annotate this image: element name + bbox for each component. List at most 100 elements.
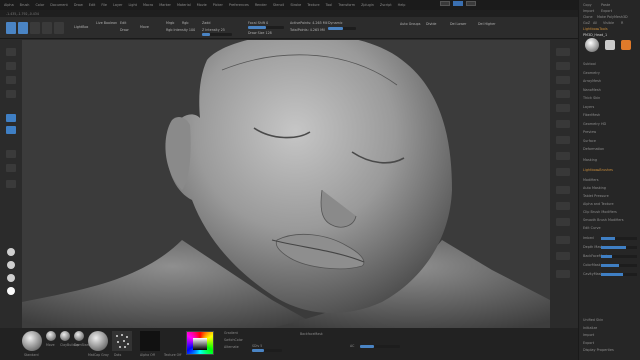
persp-button[interactable] <box>6 114 16 122</box>
menu-picker[interactable]: Picker <box>213 3 223 7</box>
menu-alpha[interactable]: Alpha <box>4 3 14 7</box>
brush-section-tablet-pressure[interactable]: Tablet Pressure <box>583 194 609 198</box>
rotate-mode-button[interactable] <box>54 22 64 34</box>
backface-mask-label[interactable]: BackfaceMask <box>300 332 323 336</box>
menu-light[interactable]: Light <box>128 3 136 7</box>
edit-mode-button[interactable] <box>6 22 16 34</box>
rgb-intensity-label[interactable]: Rgb Intensity 100 <box>166 28 195 32</box>
floor-button[interactable] <box>6 126 16 134</box>
section-nanomesh[interactable]: NanoMesh <box>583 88 601 92</box>
rshelf-button-4[interactable] <box>556 90 570 98</box>
brush-section-alpha-and-texture[interactable]: Alpha and Texture <box>583 202 614 206</box>
del-lower-label[interactable]: Del Lower <box>450 22 466 26</box>
switch-color-label[interactable]: SwitchColor <box>224 338 243 342</box>
panel-item-unified-skin[interactable]: Unified Skin <box>583 318 603 322</box>
zadd-label[interactable]: Zadd <box>202 21 210 25</box>
panel-label-all[interactable]: All <box>593 21 597 25</box>
panel-label-paste[interactable]: Paste <box>601 3 610 7</box>
slider-cavitymask[interactable] <box>601 273 637 276</box>
panel-item-initialize[interactable]: Initialize <box>583 326 597 330</box>
menu-preferences[interactable]: Preferences <box>229 3 249 7</box>
tool-thumbnail-2[interactable] <box>605 40 615 50</box>
rshelf-button-7[interactable] <box>556 136 570 144</box>
rshelf-button-6[interactable] <box>556 120 570 128</box>
panel-item-import[interactable]: Import <box>583 333 594 337</box>
lightbox-tools-label[interactable]: Lightbox▸Tools <box>583 27 608 31</box>
rshelf-button-9[interactable] <box>556 168 570 176</box>
rshelf-button-1[interactable] <box>556 48 570 56</box>
rgb-label[interactable]: Rgb <box>182 21 188 25</box>
focal-shift-label[interactable]: Focal Shift 0 <box>248 21 268 25</box>
spix-button[interactable] <box>6 62 16 70</box>
section-layers[interactable]: Layers <box>583 105 594 109</box>
slider-imbed[interactable] <box>601 237 637 240</box>
ac-slider[interactable] <box>360 345 400 348</box>
window-button[interactable] <box>440 1 450 6</box>
rshelf-button-8[interactable] <box>556 152 570 160</box>
draw-size-slider[interactable] <box>328 27 356 30</box>
material-dot-1[interactable] <box>7 248 15 256</box>
z-intensity-label[interactable]: Z Intensity 25 <box>202 28 225 32</box>
panel-label-make-polymesh[interactable]: Make PolyMesh3D <box>597 15 628 19</box>
brush-section-modifiers[interactable]: Modifiers <box>583 178 598 182</box>
menu-render[interactable]: Render <box>255 3 267 7</box>
rshelf-button-13[interactable] <box>556 236 570 244</box>
section-thick-skin[interactable]: Thick Skin <box>583 96 600 100</box>
menu-file[interactable]: File <box>101 3 107 7</box>
brush-move-thumb[interactable] <box>46 331 56 341</box>
panel-label-export[interactable]: Export <box>601 9 612 13</box>
section-deformation[interactable]: Deformation <box>583 147 604 151</box>
section-arraymesh[interactable]: ArrayMesh <box>583 79 601 83</box>
brush-section-edit-curve[interactable]: Edit Curve <box>583 226 601 230</box>
material-dot-3[interactable] <box>7 274 15 282</box>
gradient-label[interactable]: Gradient <box>224 331 238 335</box>
color-picker[interactable] <box>186 331 214 355</box>
tool-thumbnail[interactable] <box>585 38 599 52</box>
rshelf-button-12[interactable] <box>556 218 570 226</box>
section-surface[interactable]: Surface <box>583 139 596 143</box>
scale-mode-button[interactable] <box>42 22 52 34</box>
move-label[interactable]: Move <box>140 25 149 29</box>
menu-layer[interactable]: Layer <box>113 3 122 7</box>
mrgb-label[interactable]: Mrgb <box>166 21 174 25</box>
brush-damstandard-thumb[interactable] <box>74 331 84 341</box>
section-subtool[interactable]: Subtool <box>583 62 596 66</box>
menu-draw[interactable]: Draw <box>74 3 83 7</box>
sdiv-slider[interactable] <box>252 349 282 352</box>
slider-backfacemask[interactable] <box>601 255 637 258</box>
panel-label-clone[interactable]: Clone <box>583 15 593 19</box>
alternate-label[interactable]: Alternate <box>224 345 239 349</box>
rshelf-button-14[interactable] <box>556 252 570 260</box>
color-picker-square[interactable] <box>193 338 207 350</box>
rshelf-button-2[interactable] <box>556 62 570 70</box>
menu-zscript[interactable]: Zscript <box>380 3 392 7</box>
menu-stencil[interactable]: Stencil <box>273 3 284 7</box>
menu-texture[interactable]: Texture <box>307 3 319 7</box>
panel-label-r[interactable]: R <box>621 21 623 25</box>
scroll-button[interactable] <box>6 76 16 84</box>
layout-button[interactable] <box>453 1 463 6</box>
menu-macro[interactable]: Macro <box>143 3 153 7</box>
panel-item-export[interactable]: Export <box>583 341 594 345</box>
material-thumb[interactable] <box>88 331 108 351</box>
rshelf-button-5[interactable] <box>556 104 570 112</box>
menu-stroke[interactable]: Stroke <box>290 3 301 7</box>
rshelf-button-3[interactable] <box>556 76 570 84</box>
panel-label-import[interactable]: Import <box>583 9 594 13</box>
minimize-button[interactable] <box>466 1 476 6</box>
xpose-button[interactable] <box>6 164 16 172</box>
lightbox-label[interactable]: LightBox <box>74 25 88 29</box>
menu-zplugin[interactable]: Zplugin <box>361 3 374 7</box>
move-mode-button[interactable] <box>30 22 40 34</box>
brush-section-auto-masking[interactable]: Auto Masking <box>583 186 606 190</box>
ac-label[interactable]: AC <box>350 344 354 348</box>
slider-colormask[interactable] <box>601 264 637 267</box>
rshelf-button-11[interactable] <box>556 202 570 210</box>
rshelf-button-10[interactable] <box>556 186 570 194</box>
z-intensity-slider[interactable] <box>202 33 232 36</box>
menu-marker[interactable]: Marker <box>159 3 171 7</box>
menu-help[interactable]: Help <box>398 3 406 7</box>
brush-section-smooth-brush-modifiers[interactable]: Smooth Brush Modifiers <box>583 218 624 222</box>
material-dot-4[interactable] <box>7 287 15 295</box>
dynamic-label[interactable]: Dynamic <box>328 21 343 25</box>
